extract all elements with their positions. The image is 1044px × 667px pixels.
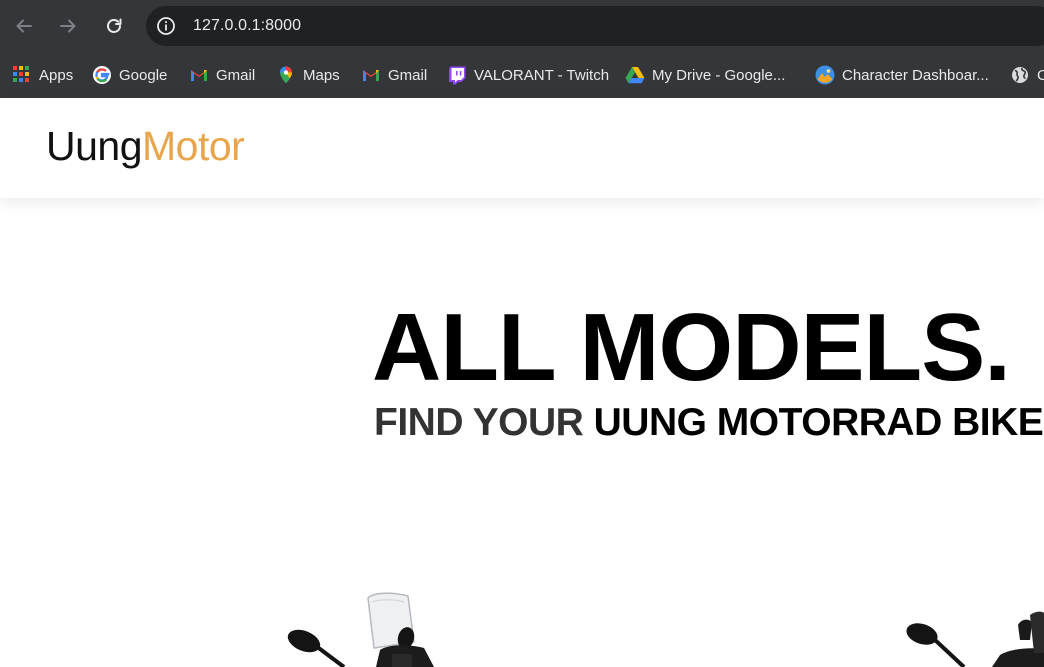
hero-subtitle-part-2: UUNG MOTORRAD BIKE [593, 401, 1044, 444]
bookmark-label: Maps [303, 66, 340, 84]
character-icon [815, 65, 835, 85]
bookmark-label: Apps [39, 66, 74, 84]
drive-icon [625, 65, 645, 85]
reload-icon [107, 18, 122, 33]
bookmark-label: Character Dashboar... [842, 66, 989, 84]
scooter-image-left[interactable] [280, 590, 460, 667]
browser-toolbar: 127.0.0.1:8000 [0, 0, 1044, 52]
bookmark-label: My Drive - Google... [652, 66, 786, 84]
bookmark-label: Google [119, 66, 168, 84]
maps-icon [276, 65, 296, 85]
hero-subtitle-part-1: FIND YOUR [374, 401, 594, 444]
site-logo[interactable]: UungMotor [46, 120, 245, 172]
globe-icon [1010, 65, 1030, 85]
hero-subtitle: FIND YOUR UUNG MOTORRAD BIKE [374, 398, 1044, 448]
bookmark-valorant-twitch[interactable]: VALORANT - Twitch [447, 63, 609, 87]
scooter-image-right[interactable] [900, 605, 1044, 667]
bookmarks-bar: Apps Google Gmail Maps Gmail VALORANT - … [0, 52, 1044, 98]
logo-part-1: Uung [46, 123, 143, 169]
bookmark-label: Gmail [388, 66, 428, 84]
hero-title: ALL MODELS. [372, 294, 1011, 401]
bookmark-maps[interactable]: Maps [276, 63, 340, 87]
address-bar[interactable]: 127.0.0.1:8000 [146, 6, 1044, 46]
bookmark-google[interactable]: Google [92, 63, 167, 87]
apps-grid-icon [12, 65, 32, 85]
bookmark-gmail[interactable]: Gmail [189, 63, 255, 87]
info-icon[interactable] [156, 16, 176, 36]
bookmark-apps[interactable]: Apps [12, 63, 73, 87]
google-icon [92, 65, 112, 85]
back-button[interactable] [8, 10, 40, 42]
site-header: UungMotor [0, 98, 1044, 198]
forward-button[interactable] [52, 10, 84, 42]
bookmark-overflow[interactable]: C [1010, 63, 1044, 87]
gmail-icon [189, 65, 209, 85]
bookmark-label: C [1037, 66, 1044, 84]
bookmark-label: Gmail [216, 66, 256, 84]
gmail-icon [361, 65, 381, 85]
bookmark-label: VALORANT - Twitch [474, 66, 610, 84]
logo-part-2: Motor [142, 123, 245, 169]
arrow-left-icon [16, 19, 32, 33]
url-text[interactable]: 127.0.0.1:8000 [193, 6, 301, 46]
bookmark-character-dashboard[interactable]: Character Dashboar... [815, 63, 989, 87]
bookmark-gmail-2[interactable]: Gmail [361, 63, 427, 87]
reload-button[interactable] [98, 10, 130, 42]
arrow-right-icon [60, 19, 76, 33]
bookmark-my-drive[interactable]: My Drive - Google... [625, 63, 785, 87]
twitch-icon [447, 65, 467, 85]
